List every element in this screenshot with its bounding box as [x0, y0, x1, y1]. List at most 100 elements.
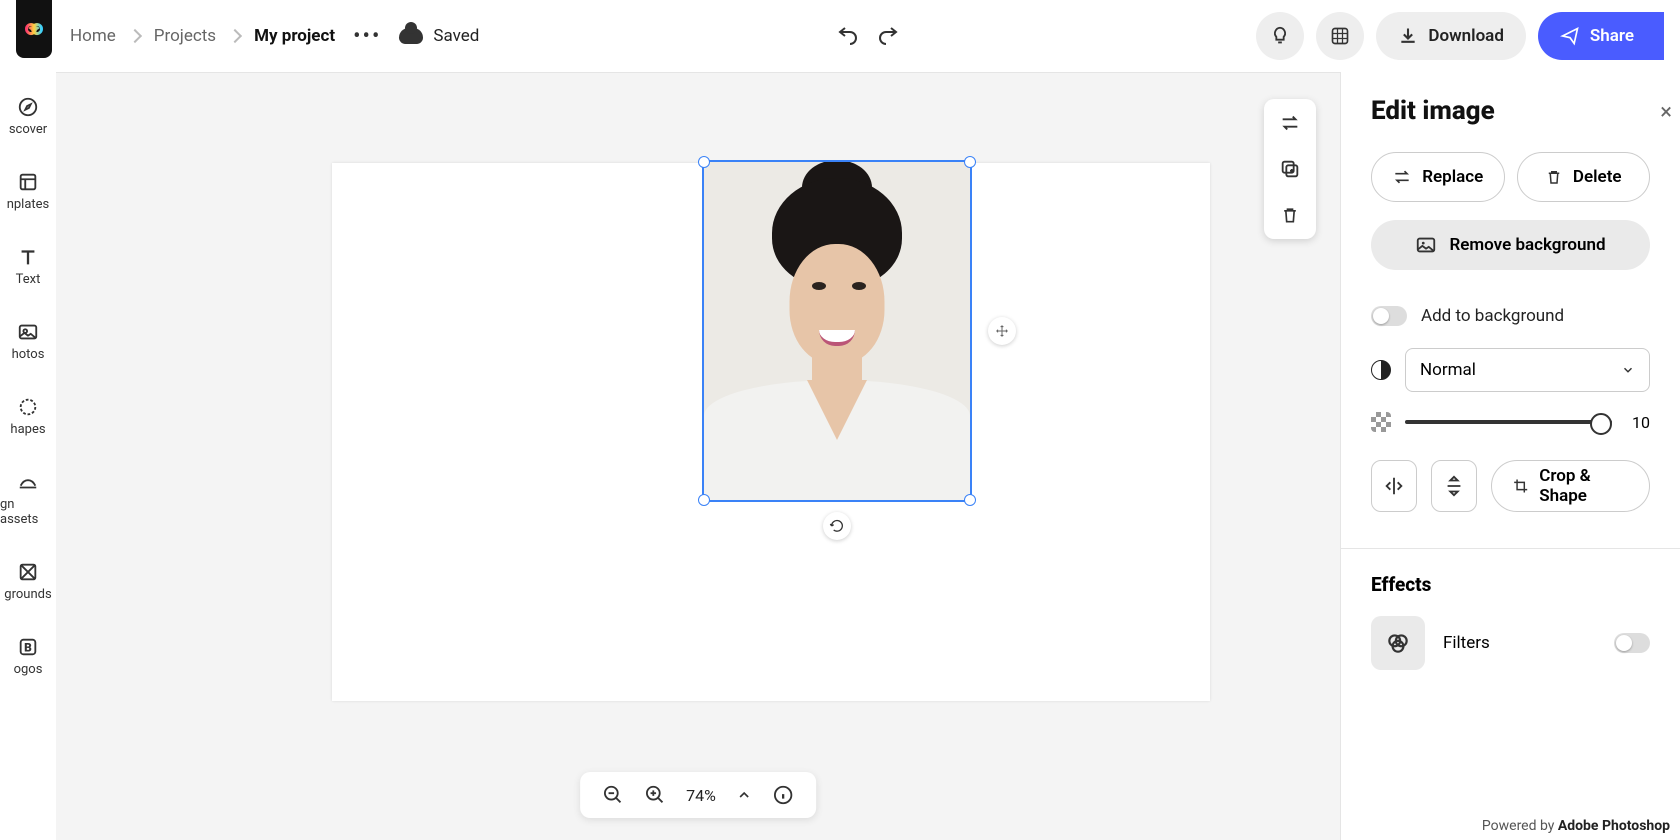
text-icon — [17, 246, 39, 268]
zoom-bar: 74% — [580, 772, 816, 818]
info-icon — [772, 784, 794, 806]
delete-image-button[interactable]: Delete — [1517, 152, 1651, 202]
trash-icon — [1280, 204, 1300, 226]
tips-button[interactable] — [1256, 12, 1304, 60]
swap-icon — [1279, 112, 1301, 134]
sidebar-item-photos[interactable]: hotos — [0, 321, 56, 362]
edit-image-panel: Edit image × Replace Delete Remove backg… — [1340, 72, 1680, 840]
save-status: Saved — [433, 26, 479, 46]
info-button[interactable] — [772, 784, 794, 806]
crop-shape-button[interactable]: Crop & Shape — [1491, 460, 1650, 512]
opacity-value: 10 — [1626, 413, 1650, 432]
lightbulb-icon — [1269, 25, 1291, 47]
flip-v-icon — [1443, 475, 1465, 497]
breadcrumb-home[interactable]: Home — [70, 26, 116, 46]
sidebar-label: Text — [16, 272, 41, 287]
shapes-icon — [17, 396, 39, 418]
photos-icon — [17, 321, 39, 343]
header-center — [834, 22, 902, 50]
grid-icon — [1330, 26, 1350, 46]
remove-bg-label: Remove background — [1449, 235, 1605, 255]
portrait-placeholder — [704, 162, 970, 500]
resize-handle[interactable] — [964, 494, 976, 506]
breadcrumb-projects[interactable]: Projects — [154, 26, 216, 46]
header-left: Home Projects My project ••• Saved — [16, 14, 479, 58]
crop-icon — [1512, 476, 1529, 496]
download-label: Download — [1428, 26, 1503, 46]
sidebar-item-discover[interactable]: scover — [0, 96, 56, 137]
blend-mode-select[interactable]: Normal — [1405, 348, 1650, 392]
blend-mode-value: Normal — [1420, 360, 1476, 380]
zoom-menu-button[interactable] — [736, 787, 752, 803]
replace-icon — [1392, 167, 1412, 187]
assets-icon — [17, 471, 39, 493]
sidebar-item-logos[interactable]: B ogos — [0, 636, 56, 677]
sidebar-item-templates[interactable]: nplates — [0, 171, 56, 212]
redo-button[interactable] — [874, 22, 902, 50]
replace-label: Replace — [1422, 167, 1483, 187]
rotate-handle[interactable] — [823, 512, 851, 540]
delete-label: Delete — [1573, 167, 1622, 187]
crop-shape-label: Crop & Shape — [1539, 466, 1629, 506]
delete-button[interactable] — [1278, 203, 1302, 227]
filters-row: Filters — [1371, 616, 1650, 670]
add-to-bg-label: Add to background — [1421, 306, 1564, 326]
filters-thumb[interactable] — [1371, 616, 1425, 670]
chevron-up-icon — [736, 787, 752, 803]
add-handle[interactable] — [988, 317, 1016, 345]
close-panel-button[interactable]: × — [1660, 100, 1672, 125]
header-right: Download Share — [1256, 12, 1664, 60]
move-icon — [994, 323, 1010, 339]
swap-button[interactable] — [1278, 111, 1302, 135]
redo-icon — [876, 24, 900, 48]
zoom-in-icon — [644, 784, 666, 806]
zoom-in-button[interactable] — [644, 784, 666, 806]
filters-icon — [1385, 630, 1411, 656]
resize-handle[interactable] — [698, 494, 710, 506]
replace-button[interactable]: Replace — [1371, 152, 1505, 202]
sidebar-label: hapes — [10, 422, 45, 437]
logos-icon: B — [17, 636, 39, 658]
chevron-right-icon — [228, 29, 242, 43]
main: scover nplates Text hotos hapes gn asset… — [0, 72, 1680, 840]
chevron-right-icon — [128, 29, 142, 43]
zoom-out-button[interactable] — [602, 784, 624, 806]
sidebar-item-backgrounds[interactable]: grounds — [0, 561, 56, 602]
selected-image[interactable] — [702, 160, 972, 502]
left-sidebar: scover nplates Text hotos hapes gn asset… — [0, 72, 56, 840]
share-label: Share — [1590, 26, 1634, 46]
filters-toggle[interactable] — [1614, 633, 1650, 653]
resize-handle[interactable] — [964, 156, 976, 168]
trash-icon — [1545, 167, 1563, 187]
infinity-logo-icon — [19, 14, 49, 44]
grid-button[interactable] — [1316, 12, 1364, 60]
credit-brand: Adobe Photoshop — [1558, 818, 1670, 834]
app-logo[interactable] — [16, 0, 52, 58]
sidebar-item-design-assets[interactable]: gn assets — [0, 471, 56, 527]
duplicate-button[interactable] — [1278, 157, 1302, 181]
add-to-background-toggle[interactable] — [1371, 306, 1407, 326]
breadcrumb-current[interactable]: My project — [254, 26, 335, 46]
sidebar-label: scover — [9, 122, 47, 137]
flip-h-icon — [1383, 475, 1405, 497]
sidebar-label: gn assets — [0, 497, 56, 527]
artboard[interactable] — [332, 163, 1210, 701]
flip-vertical-button[interactable] — [1431, 460, 1477, 512]
undo-button[interactable] — [834, 22, 862, 50]
duplicate-icon — [1279, 158, 1301, 180]
sidebar-item-text[interactable]: Text — [0, 246, 56, 287]
share-button[interactable]: Share — [1538, 12, 1664, 60]
resize-handle[interactable] — [698, 156, 710, 168]
opacity-slider[interactable] — [1405, 420, 1612, 424]
send-icon — [1560, 26, 1580, 46]
flip-horizontal-button[interactable] — [1371, 460, 1417, 512]
remove-bg-icon — [1415, 234, 1437, 256]
effects-title: Effects — [1371, 573, 1650, 596]
blend-mode-icon — [1371, 360, 1391, 380]
remove-background-button[interactable]: Remove background — [1371, 220, 1650, 270]
sidebar-item-shapes[interactable]: hapes — [0, 396, 56, 437]
more-menu-button[interactable]: ••• — [353, 24, 381, 49]
templates-icon — [17, 171, 39, 193]
canvas-area[interactable]: 74% — [56, 72, 1340, 840]
download-button[interactable]: Download — [1376, 12, 1525, 60]
